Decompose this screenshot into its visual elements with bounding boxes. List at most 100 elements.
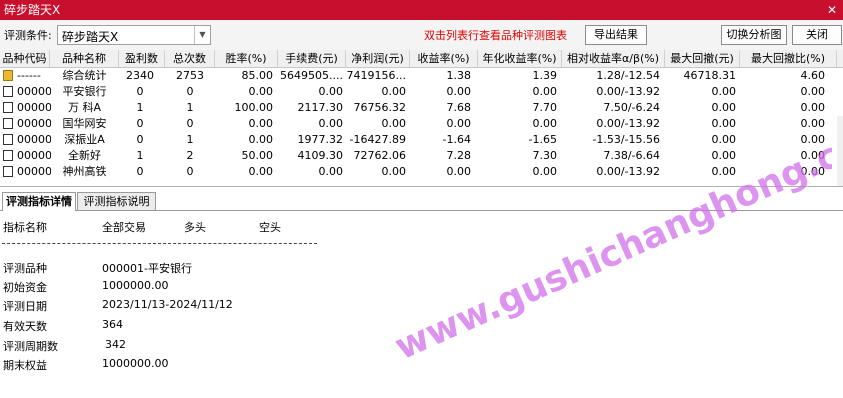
results-table[interactable]: 品种代码 品种名称 盈利数 总次数 胜率(%) 手续费(元) 净利润(元) 收益… bbox=[0, 50, 843, 187]
column-header[interactable]: 盈利数 bbox=[119, 50, 165, 67]
cell-ret: 0.00 bbox=[410, 116, 472, 132]
cell-text: 0.00 bbox=[381, 85, 407, 98]
cell-name: 全新好 bbox=[50, 148, 119, 164]
cell-annual: 1.39 bbox=[478, 68, 558, 84]
cell-text: 72762.06 bbox=[353, 149, 407, 162]
cell-text: -1.53/-15.56 bbox=[592, 133, 660, 146]
detail-label: 初始资金 bbox=[3, 281, 47, 294]
cell-ret: 7.28 bbox=[410, 148, 472, 164]
cell-text: 0.00/-13.92 bbox=[596, 85, 660, 98]
cell-dd: 0.00 bbox=[665, 132, 737, 148]
switch-chart-button[interactable]: 切换分析图 bbox=[721, 25, 787, 45]
cell-profit: 7419156... bbox=[346, 68, 406, 84]
cell-fee: 5649505.... bbox=[278, 68, 343, 84]
column-header[interactable]: 品种名称 bbox=[50, 50, 119, 67]
detail-label: 有效天数 bbox=[3, 320, 47, 333]
column-header[interactable]: 相对收益率α/β(%) bbox=[562, 50, 665, 67]
column-header[interactable]: 最大回撤比(%) bbox=[740, 50, 837, 67]
document-icon bbox=[3, 102, 13, 113]
cell-text: 0.00 bbox=[711, 117, 737, 130]
cell-rel: 1.28/-12.54 bbox=[562, 68, 660, 84]
cell-rel: 7.38/-6.64 bbox=[562, 148, 660, 164]
cell-text: 100.00 bbox=[234, 101, 274, 114]
cell-annual: 7.70 bbox=[478, 100, 558, 116]
table-row[interactable]: 000002 万 科A 1 1 100.00 2117.30 76756.32 7.68 7.7… bbox=[0, 100, 843, 116]
column-header[interactable]: 净利润(元) bbox=[346, 50, 410, 67]
cell-profit: -16427.89 bbox=[346, 132, 406, 148]
title-bar: 碎步踏天X ✕ bbox=[0, 0, 843, 20]
cell-total: 0 bbox=[165, 164, 215, 180]
column-header[interactable]: 年化收益率(%) bbox=[478, 50, 562, 67]
cell-code: ------ bbox=[3, 68, 51, 84]
table-row[interactable]: 000004 国华网安 0 0 0.00 0.00 0.00 0.00 0.00 0.00/-13… bbox=[0, 116, 843, 132]
column-header[interactable]: 最大回撤(元) bbox=[665, 50, 740, 67]
cell-text: 4109.30 bbox=[297, 149, 344, 162]
cell-fee: 0.00 bbox=[278, 164, 344, 180]
close-button[interactable]: 关闭 bbox=[792, 25, 842, 45]
summary-row[interactable]: ------ 综合统计 2340 2753 85.00 5649505.... 741915… bbox=[0, 68, 843, 84]
cell-text: 1 bbox=[186, 133, 194, 146]
table-row[interactable]: 000007 全新好 1 2 50.00 4109.30 72762.06 7.28 7.30 7… bbox=[0, 148, 843, 164]
condition-label: 评测条件: bbox=[4, 29, 52, 42]
cell-text: 0.00/-13.92 bbox=[596, 117, 660, 130]
cell-text: 7.70 bbox=[532, 101, 558, 114]
hint-text: 双击列表行查看品种评测图表 bbox=[424, 29, 567, 42]
document-icon bbox=[3, 86, 13, 97]
cell-annual: 0.00 bbox=[478, 116, 558, 132]
cell-text: 0 bbox=[136, 85, 144, 98]
cell-text: 000002 bbox=[17, 101, 51, 114]
cell-text: 7.50/-6.24 bbox=[603, 101, 660, 114]
cell-text: 0.00 bbox=[800, 133, 826, 146]
column-header[interactable]: 胜率(%) bbox=[215, 50, 278, 67]
column-header[interactable]: 收益率(%) bbox=[410, 50, 478, 67]
tab-indicator-description[interactable]: 评测指标说明 bbox=[77, 192, 156, 210]
cell-ddr: 0.00 bbox=[740, 132, 826, 148]
detail-header-short: 空头 bbox=[259, 221, 281, 234]
cell-code: 000001 bbox=[3, 84, 51, 100]
cell-profit: 76756.32 bbox=[346, 100, 407, 116]
vertical-scrollbar[interactable] bbox=[837, 116, 843, 186]
cell-name: 万 科A bbox=[50, 100, 119, 116]
cell-rate: 0.00 bbox=[215, 116, 274, 132]
table-row[interactable]: 000006 深振业A 0 1 0.00 1977.32 -16427.89 -1.64 -1.… bbox=[0, 132, 843, 148]
cell-text: 0 bbox=[136, 133, 144, 146]
cell-dd: 0.00 bbox=[665, 116, 737, 132]
cell-text: -16427.89 bbox=[349, 133, 406, 146]
condition-select[interactable]: 碎步踏天X ▼ bbox=[57, 25, 211, 45]
column-header[interactable]: 品种代码 bbox=[0, 50, 50, 67]
export-button[interactable]: 导出结果 bbox=[585, 25, 647, 45]
document-icon bbox=[3, 166, 13, 177]
cell-ddr: 0.00 bbox=[740, 84, 826, 100]
cell-code: 000008 bbox=[3, 164, 51, 180]
cell-rate: 85.00 bbox=[215, 68, 274, 84]
cell-text: 深振业A bbox=[64, 133, 105, 146]
column-header[interactable]: 总次数 bbox=[165, 50, 215, 67]
tab-indicator-details[interactable]: 评测指标详情 bbox=[2, 192, 76, 211]
cell-text: 0 bbox=[136, 117, 144, 130]
cell-text: 国华网安 bbox=[62, 117, 107, 130]
column-header[interactable]: 手续费(元) bbox=[278, 50, 346, 67]
close-icon[interactable]: ✕ bbox=[827, 0, 837, 20]
cell-text: 1977.32 bbox=[297, 133, 344, 146]
tab-bar: 评测指标详情 评测指标说明 bbox=[0, 190, 843, 211]
chevron-down-icon[interactable]: ▼ bbox=[194, 26, 210, 44]
cell-text: 2753 bbox=[176, 69, 204, 82]
folder-icon bbox=[3, 70, 13, 81]
cell-text: 0.00 bbox=[446, 117, 472, 130]
detail-value: 364 bbox=[102, 318, 123, 331]
cell-profit: 0.00 bbox=[346, 84, 407, 100]
cell-text: -1.64 bbox=[442, 133, 471, 146]
cell-ddr: 0.00 bbox=[740, 100, 826, 116]
cell-text: 0.00 bbox=[800, 117, 826, 130]
cell-text: 0.00 bbox=[248, 133, 274, 146]
cell-text: 0.00/-13.92 bbox=[596, 165, 660, 178]
cell-text: 0.00 bbox=[711, 149, 737, 162]
cell-text: 0.00 bbox=[532, 85, 558, 98]
document-icon bbox=[3, 150, 13, 161]
cell-dd: 0.00 bbox=[665, 148, 737, 164]
table-row[interactable]: 000001 平安银行 0 0 0.00 0.00 0.00 0.00 0.00 0.00/-13… bbox=[0, 84, 843, 100]
table-row[interactable]: 000008 神州高铁 0 0 0.00 0.00 0.00 0.00 0.00 0.00/-13… bbox=[0, 164, 843, 180]
cell-ret: 7.68 bbox=[410, 100, 472, 116]
cell-ddr: 0.00 bbox=[740, 116, 826, 132]
cell-text: 0.00 bbox=[446, 165, 472, 178]
